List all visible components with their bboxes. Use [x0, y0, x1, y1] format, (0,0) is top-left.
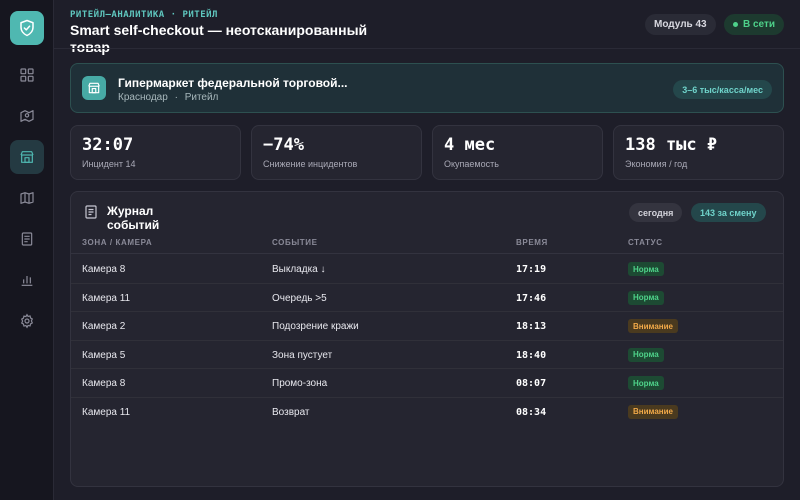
store-banner[interactable]: Гипермаркет федеральной торговой... Крас… — [70, 63, 784, 113]
event-cell: Возврат — [272, 406, 310, 418]
event-journal-panel: Журнал событий сегодня 143 за смену ЗОНА… — [70, 191, 784, 487]
table-row[interactable]: Камера 8 Выкладка ↓ 17:19 Норма — [71, 255, 783, 284]
event-cell: Зона пустует — [272, 349, 333, 361]
online-status-badge: В сети — [724, 14, 785, 35]
store-location: Краснодар · Ритейл — [118, 92, 218, 103]
status-label: В сети — [743, 19, 776, 30]
time-cell: 08:07 — [516, 378, 547, 389]
time-cell: 18:13 — [516, 321, 547, 332]
event-cell: Очередь >5 — [272, 292, 327, 304]
module-label: Модуль 43 — [654, 19, 707, 30]
dashboard-icon — [20, 68, 34, 82]
stat-card-payback: 4 мес Окупаемость — [432, 125, 603, 180]
table-row[interactable]: Камера 2 Подозрение кражи 18:13 Внимание — [71, 312, 783, 341]
sidebar-item-store[interactable] — [10, 140, 44, 174]
time-cell: 17:46 — [516, 292, 547, 304]
capacity-badge: 3–6 тыс/касса/мес — [673, 80, 772, 99]
page-title: Smart self-checkout — неотсканированный … — [70, 22, 368, 55]
sidebar-item-dashboard[interactable] — [10, 58, 44, 92]
store-name: Гипермаркет федеральной торговой... — [118, 76, 348, 90]
app-logo[interactable] — [10, 11, 44, 45]
status-badge: Внимание — [628, 319, 678, 333]
zone-cell: Камера 8 — [82, 264, 126, 275]
status-badge: Норма — [628, 290, 664, 305]
stat-label: Инцидент 14 — [82, 159, 136, 169]
column-header-time[interactable]: ВРЕМЯ — [516, 238, 548, 247]
sidebar-item-reports[interactable] — [10, 222, 44, 256]
store-separator: · — [174, 92, 178, 103]
map-icon — [20, 192, 34, 204]
period-filter-button[interactable]: сегодня — [629, 203, 683, 222]
journal-title: Журнал событий — [107, 204, 160, 232]
column-header-event[interactable]: СОБЫТИЕ — [272, 238, 318, 247]
stat-value: 4 мес — [444, 135, 496, 155]
store-icon — [20, 151, 34, 163]
event-cell: Выкладка ↓ — [272, 264, 326, 275]
status-badge: Внимание — [628, 404, 678, 419]
stat-label: Снижение инцидентов — [263, 159, 358, 169]
store-sector: Ритейл — [184, 92, 219, 103]
breadcrumb: РИТЕЙЛ–АНАЛИТИКА · РИТЕЙЛ — [70, 10, 218, 20]
column-header-status[interactable]: СТАТУС — [628, 238, 663, 247]
table-header: ЗОНА / КАМЕРА СОБЫТИЕ ВРЕМЯ СТАТУС — [71, 232, 783, 254]
shield-check-icon — [20, 19, 34, 37]
stat-value: 32:07 — [82, 135, 134, 155]
status-dot-icon — [733, 22, 738, 27]
table-row[interactable]: Камера 11 Возврат 08:34 Внимание — [71, 398, 783, 427]
table-row[interactable]: Камера 11 Очередь >5 17:46 Норма — [71, 284, 783, 312]
stat-value: −74% — [263, 135, 304, 155]
time-cell: 18:40 — [516, 349, 547, 361]
event-cell: Промо-зона — [272, 378, 328, 389]
table-body: Камера 8 Выкладка ↓ 17:19 Норма Камера 1… — [71, 255, 783, 426]
sidebar-item-analytics[interactable] — [10, 263, 44, 297]
bar-chart-icon — [21, 276, 33, 286]
stat-label: Экономия / год — [625, 159, 688, 169]
shift-count-badge: 143 за смену — [691, 203, 766, 222]
table-row[interactable]: Камера 8 Промо-зона 08:07 Норма — [71, 369, 783, 398]
zone-cell: Камера 11 — [82, 292, 131, 304]
stat-label: Окупаемость — [444, 159, 499, 169]
store-city: Краснодар — [118, 92, 168, 103]
status-badge: Норма — [628, 262, 664, 276]
stat-card-reduction: −74% Снижение инцидентов — [251, 125, 422, 180]
status-badge: Норма — [628, 376, 664, 390]
time-cell: 17:19 — [516, 264, 547, 275]
report-icon — [21, 232, 33, 246]
zone-cell: Камера 8 — [82, 378, 126, 389]
module-badge[interactable]: Модуль 43 — [645, 14, 716, 35]
sidebar-item-map[interactable] — [10, 181, 44, 215]
zone-cell: Камера 2 — [82, 321, 126, 332]
column-header-zone[interactable]: ЗОНА / КАМЕРА — [82, 238, 152, 247]
stat-card-savings: 138 тыс ₽ Экономия / год — [613, 125, 784, 180]
store-icon — [82, 76, 106, 100]
camera-map-icon — [20, 110, 34, 122]
table-row[interactable]: Камера 5 Зона пустует 18:40 Норма — [71, 341, 783, 369]
journal-icon — [85, 205, 97, 219]
zone-cell: Камера 5 — [82, 349, 126, 361]
stat-card-incident: 32:07 Инцидент 14 — [70, 125, 241, 180]
zone-cell: Камера 11 — [82, 406, 131, 418]
stat-value: 138 тыс ₽ — [625, 135, 718, 155]
time-cell: 08:34 — [516, 406, 547, 418]
sidebar — [0, 0, 54, 500]
sidebar-item-camera-map[interactable] — [10, 99, 44, 133]
gear-icon — [20, 313, 34, 329]
sidebar-item-settings[interactable] — [10, 304, 44, 338]
status-badge: Норма — [628, 347, 664, 362]
header-divider — [54, 48, 800, 49]
event-cell: Подозрение кражи — [272, 321, 359, 332]
